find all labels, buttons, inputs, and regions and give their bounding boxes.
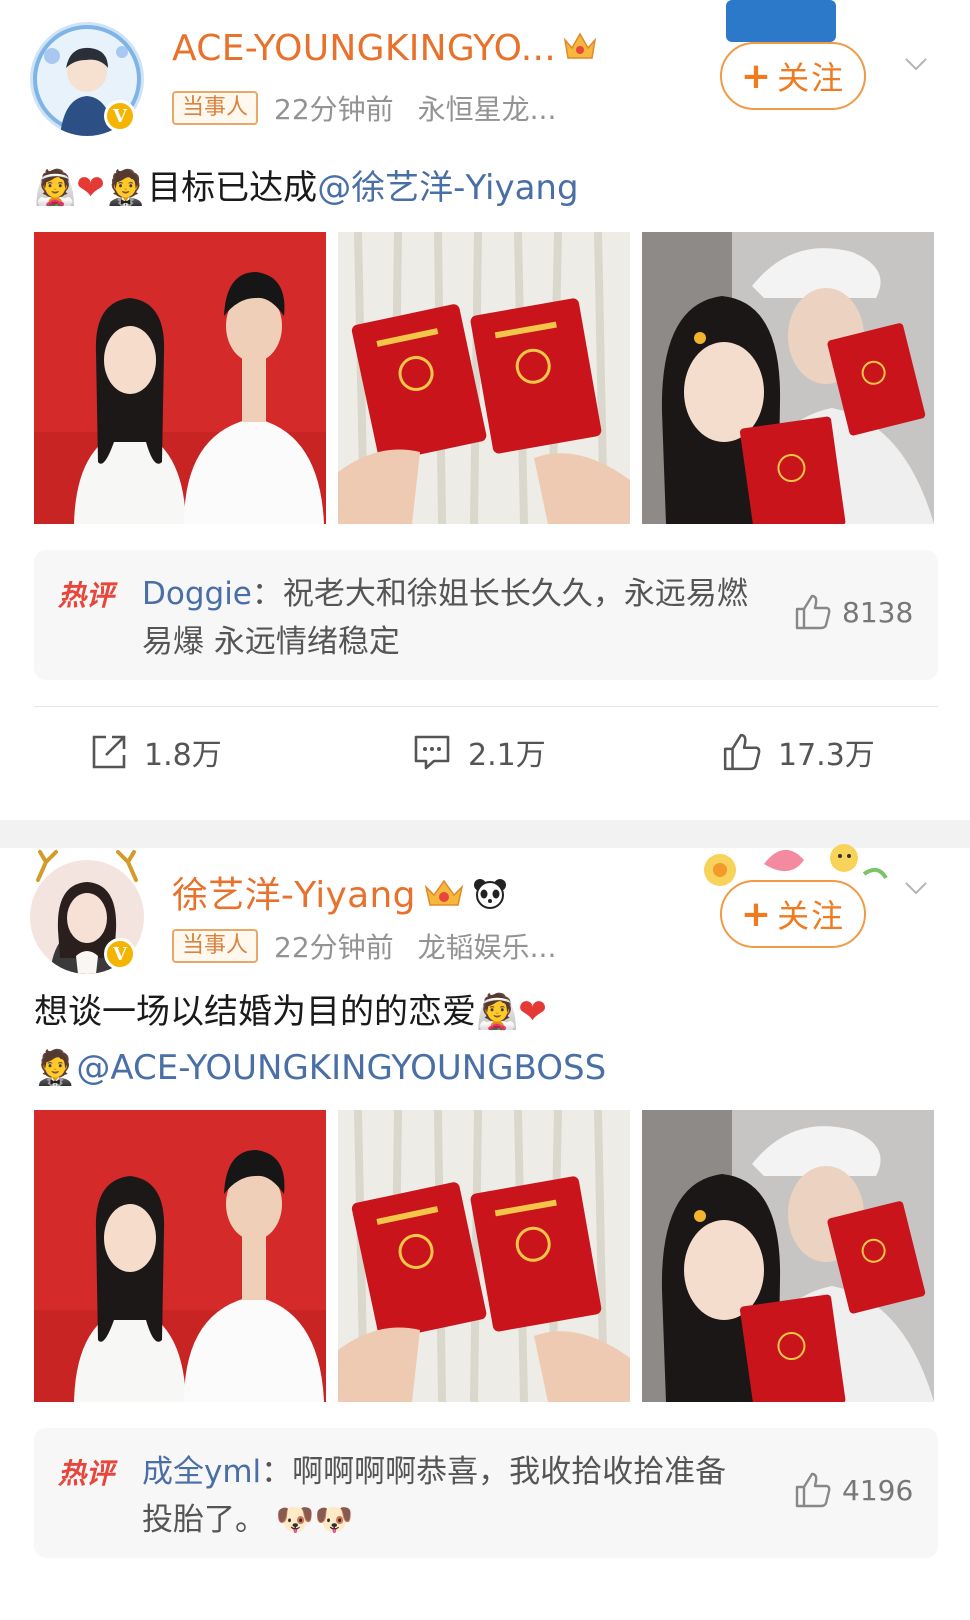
- avatar[interactable]: V: [30, 850, 144, 974]
- hot-comment-like-button[interactable]: 8138: [794, 594, 913, 630]
- groom-emoji-icon: 🤵: [34, 1048, 77, 1088]
- comment-count: 2.1万: [468, 738, 546, 773]
- weibo-post-1: V ACE-YOUNGKINGYO... 当事人 22分钟前 永恒星龙... +…: [0, 0, 970, 820]
- comment-icon: [414, 735, 450, 770]
- panda-icon: [472, 877, 508, 918]
- post-image-1[interactable]: [34, 1110, 326, 1402]
- chevron-down-icon[interactable]: [904, 52, 928, 76]
- heart-emoji-icon: ❤: [76, 168, 105, 208]
- hot-comment[interactable]: 热评 成全yml：啊啊啊啊恭喜，我收拾收拾准备投胎了。 🐶🐶 4196: [34, 1428, 938, 1558]
- hot-comment-label: 热评: [58, 1457, 115, 1490]
- hot-comment-like-button[interactable]: 4196: [794, 1472, 913, 1508]
- repost-button[interactable]: 1.8万: [90, 724, 222, 780]
- avatar[interactable]: V: [30, 22, 144, 136]
- follow-label: 关注: [777, 59, 846, 97]
- doge-emoji-icon: 🐶🐶: [266, 1502, 354, 1538]
- post-meta: 当事人 22分钟前 龙韬娱乐...: [172, 926, 556, 966]
- chevron-down-icon[interactable]: [904, 876, 928, 900]
- weibo-post-2: V 徐艺洋-Yiyang 当事人 22分钟前 龙韬娱乐... + 关注 想谈一场以…: [0, 844, 970, 1620]
- hot-comment-label: 热评: [58, 579, 115, 612]
- post-source[interactable]: 龙韬娱乐...: [418, 926, 557, 966]
- bride-emoji-icon: 👰: [34, 168, 77, 208]
- post-image-1[interactable]: [34, 232, 326, 524]
- username[interactable]: 徐艺洋-Yiyang: [172, 866, 508, 918]
- username[interactable]: ACE-YOUNGKINGYO...: [172, 28, 598, 71]
- verified-badge-icon: V: [104, 938, 136, 970]
- hot-comment-body: 成全yml：啊啊啊啊恭喜，我收拾收拾准备投胎了。 🐶🐶: [142, 1448, 742, 1544]
- post-text-content: 目标已达成: [147, 168, 318, 208]
- plus-icon: +: [740, 55, 774, 97]
- username-text: 徐艺洋-Yiyang: [172, 875, 416, 916]
- decoration-icon: [726, 0, 836, 42]
- post-image-3[interactable]: [642, 1110, 934, 1402]
- hot-comment-user[interactable]: Doggie: [142, 576, 252, 612]
- repost-count: 1.8万: [144, 738, 222, 773]
- like-button[interactable]: 17.3万: [722, 724, 875, 780]
- mention-link[interactable]: @ACE-YOUNGKINGYOUNGBOSS: [76, 1048, 606, 1088]
- hot-comment[interactable]: 热评 Doggie：祝老大和徐姐长长久久，永远易燃易爆 永远情绪稳定 8138: [34, 550, 938, 680]
- thumbs-up-icon: [723, 733, 761, 771]
- share-icon: [92, 735, 126, 769]
- like-count: 17.3万: [778, 738, 875, 773]
- divider: [34, 706, 938, 707]
- comment-button[interactable]: 2.1万: [412, 724, 546, 780]
- post-image-2[interactable]: [338, 1110, 630, 1402]
- thumbs-up-icon: [795, 594, 831, 630]
- post-image-2[interactable]: [338, 232, 630, 524]
- post-image-3[interactable]: [642, 232, 934, 524]
- post-time: 22分钟前: [274, 931, 394, 964]
- status-badge: 当事人: [172, 91, 259, 125]
- post-text-content: 想谈一场以结婚为目的的恋爱: [34, 992, 476, 1032]
- crown-icon: [422, 877, 466, 918]
- mention-link[interactable]: @徐艺洋-Yiyang: [317, 168, 578, 208]
- post-meta: 当事人 22分钟前 永恒星龙...: [172, 88, 556, 128]
- post-source[interactable]: 永恒星龙...: [418, 88, 557, 128]
- hot-comment-body: Doggie：祝老大和徐姐长长久久，永远易燃易爆 永远情绪稳定: [142, 570, 762, 666]
- follow-button[interactable]: + 关注: [720, 42, 866, 110]
- plus-icon: +: [740, 893, 774, 935]
- post-text: 👰❤🤵目标已达成@徐艺洋-Yiyang: [34, 160, 579, 216]
- post-time: 22分钟前: [274, 93, 394, 126]
- bride-emoji-icon: 👰: [476, 992, 519, 1032]
- follow-label: 关注: [777, 897, 846, 935]
- username-text: ACE-YOUNGKINGYO...: [172, 28, 557, 69]
- verified-badge-icon: V: [104, 100, 136, 132]
- antler-decoration-icon: [36, 850, 138, 882]
- crown-icon: [562, 30, 598, 71]
- groom-emoji-icon: 🤵: [104, 168, 148, 208]
- thumbs-up-icon: [795, 1472, 831, 1508]
- status-badge: 当事人: [172, 929, 259, 963]
- hot-comment-user[interactable]: 成全yml: [142, 1454, 261, 1490]
- hot-comment-like-count: 8138: [842, 595, 914, 629]
- heart-emoji-icon: ❤: [518, 992, 547, 1032]
- follow-button[interactable]: + 关注: [720, 880, 866, 948]
- post-text: 想谈一场以结婚为目的的恋爱👰❤ 🤵@ACE-YOUNGKINGYOUNGBOSS: [34, 984, 934, 1096]
- hot-comment-like-count: 4196: [842, 1473, 914, 1507]
